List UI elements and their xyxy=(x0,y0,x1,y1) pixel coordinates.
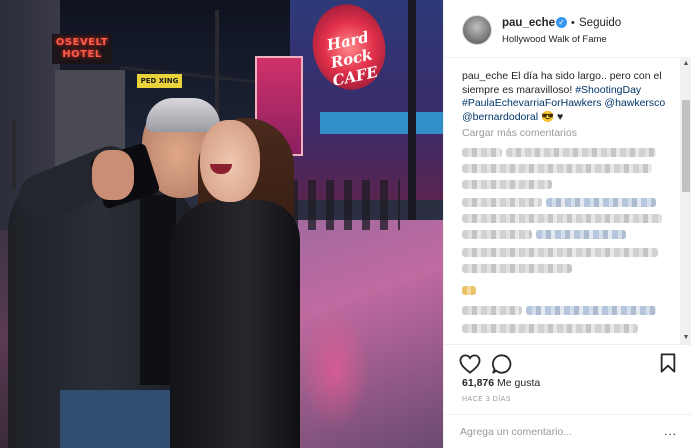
blurred-comment xyxy=(506,148,656,157)
post-caption: pau_eche El día ha sido largo.. pero con… xyxy=(462,70,677,124)
street-sign: PED XING xyxy=(137,74,182,88)
comments-section[interactable]: pau_eche El día ha sido largo.. pero con… xyxy=(444,58,691,344)
blurred-comment xyxy=(462,324,638,333)
verified-check-icon: ✓ xyxy=(556,17,567,28)
blurred-comment xyxy=(546,198,656,207)
man-hand xyxy=(92,150,134,200)
post-timestamp[interactable]: HACE 3 DÍAS xyxy=(462,396,511,403)
add-comment-bar: ... xyxy=(444,414,691,448)
avatar[interactable] xyxy=(462,15,492,45)
username-link[interactable]: pau_eche xyxy=(502,17,555,29)
blurred-comment xyxy=(462,286,476,295)
scroll-down-icon[interactable]: ▼ xyxy=(680,332,691,344)
woman-face xyxy=(200,120,260,202)
background-people xyxy=(290,180,400,230)
man-hair xyxy=(146,98,220,132)
load-more-comments-button[interactable]: Cargar más comentarios xyxy=(462,127,577,139)
bookmark-icon[interactable] xyxy=(659,353,677,373)
palm-tree xyxy=(215,10,219,120)
blurred-comment xyxy=(462,180,552,189)
post-sidebar: pau_eche ✓ • Seguido Hollywood Walk of F… xyxy=(443,0,691,448)
blurred-comment xyxy=(462,198,542,207)
blurred-comment xyxy=(536,230,626,239)
scroll-up-icon[interactable]: ▲ xyxy=(680,58,691,70)
caption-username[interactable]: pau_eche xyxy=(462,70,508,82)
blurred-comment xyxy=(462,230,532,239)
awning xyxy=(320,112,443,134)
comment-input[interactable] xyxy=(460,424,660,440)
hotel-neon-sign: OSEVELT HOTEL xyxy=(52,34,112,64)
blurred-comment xyxy=(462,214,662,223)
blurred-comment xyxy=(526,306,656,315)
likes-count: 61,876 xyxy=(462,377,495,389)
blurred-comment xyxy=(462,306,522,315)
blurred-comment xyxy=(462,148,502,157)
man-jeans xyxy=(60,390,180,448)
post-actions xyxy=(444,344,691,378)
blurred-comment xyxy=(462,164,652,173)
follow-status-button[interactable]: Seguido xyxy=(579,17,621,29)
caption-emoji: 😎 ♥ xyxy=(540,110,564,123)
heart-icon[interactable] xyxy=(459,354,481,374)
comments-scrollbar[interactable]: ▲ ▼ xyxy=(680,58,691,344)
likes-label: Me gusta xyxy=(497,377,541,389)
blurred-comment xyxy=(462,248,658,257)
more-options-icon[interactable]: ... xyxy=(664,424,677,438)
separator-dot: • xyxy=(571,17,575,29)
blurred-comment xyxy=(462,264,572,273)
post-header: pau_eche ✓ • Seguido Hollywood Walk of F… xyxy=(444,0,691,58)
comment-icon[interactable] xyxy=(491,353,513,375)
likes-summary[interactable]: 61,876 Me gusta xyxy=(462,377,540,389)
post-photo[interactable]: OSEVELT HOTEL PED XING Hard Rock CAFE xyxy=(0,0,443,448)
scroll-thumb[interactable] xyxy=(682,100,690,192)
location-link[interactable]: Hollywood Walk of Fame xyxy=(502,34,607,45)
woman-jacket xyxy=(170,200,300,448)
neon-reflection xyxy=(300,310,370,430)
palm-tree xyxy=(12,120,16,190)
